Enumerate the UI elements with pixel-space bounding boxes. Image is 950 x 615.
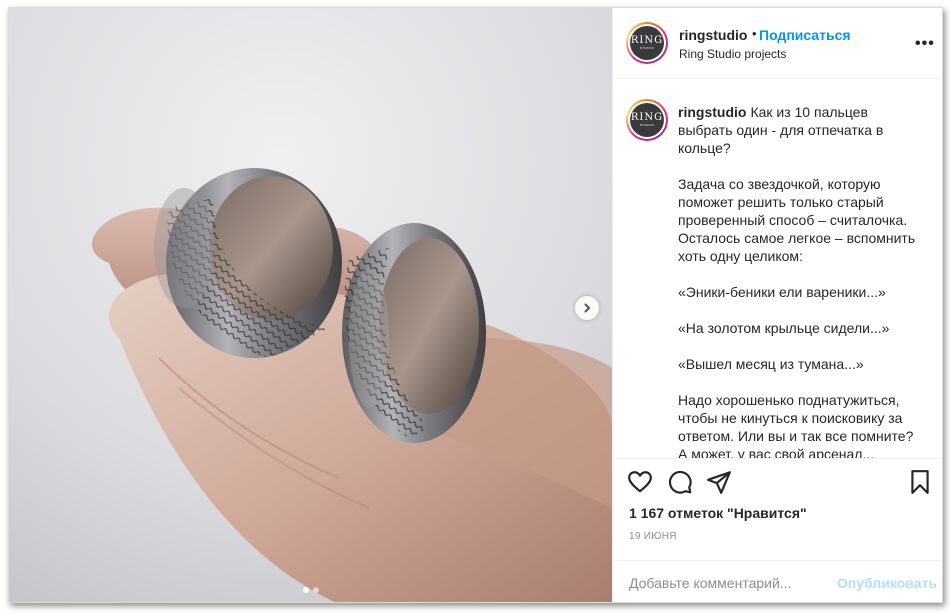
chevron-right-icon — [584, 303, 591, 313]
avatar-logo-text: RING — [630, 35, 664, 46]
post-header: RING STUDIO ringstudio • Подписаться Rin… — [613, 8, 942, 79]
comment-bubble-icon[interactable] — [667, 469, 693, 495]
avatar-sub-text: STUDIO — [639, 123, 655, 127]
likes-count[interactable]: 1 167 отметок "Нравится" — [629, 505, 807, 521]
carousel-indicator — [303, 587, 319, 593]
share-plane-icon[interactable] — [706, 469, 732, 495]
comment-input[interactable] — [629, 572, 829, 594]
caption-paragraph: «Эники-беники ели вареники...» — [678, 284, 886, 300]
publish-button[interactable]: Опубликовать — [837, 575, 937, 591]
separator-dot: • — [752, 26, 757, 41]
post-date[interactable]: 19 июня — [629, 531, 677, 542]
caption-paragraph: «Вышел месяц из тумана...» — [678, 356, 864, 372]
caption-paragraph: Надо хорошенько поднатужиться, чтобы не … — [678, 392, 914, 458]
rings-image — [9, 8, 612, 602]
avatar-sub-text: STUDIO — [639, 46, 655, 50]
post-caption: ringstudio Как из 10 пальцев выбрать один… — [678, 103, 923, 458]
post-side-panel: RING STUDIO ringstudio • Подписаться Rin… — [612, 8, 942, 602]
location-link[interactable]: Ring Studio projects — [679, 47, 786, 61]
more-options-icon[interactable]: ••• — [915, 35, 935, 53]
caption-paragraph: «На золотом крыльце сидели...» — [678, 320, 890, 336]
caption-username[interactable]: ringstudio — [678, 104, 746, 120]
next-image-button[interactable] — [575, 296, 599, 320]
post-photo[interactable] — [9, 8, 612, 602]
follow-button[interactable]: Подписаться — [759, 27, 851, 43]
username-link[interactable]: ringstudio — [679, 27, 747, 43]
comment-form: Опубликовать — [613, 560, 942, 602]
comments-area[interactable]: RING STUDIO ringstudio Как из 10 пальцев … — [613, 80, 942, 458]
caption-avatar[interactable]: RING STUDIO — [626, 99, 668, 141]
carousel-dot — [313, 587, 319, 593]
avatar[interactable]: RING STUDIO — [626, 22, 668, 64]
save-bookmark-icon[interactable] — [907, 469, 933, 495]
caption-paragraph: Задача со звездочкой, которую поможет ре… — [678, 176, 916, 264]
post-actions: 1 167 отметок "Нравится" 19 июня — [613, 458, 942, 569]
carousel-dot-active — [303, 587, 309, 593]
caption-paragraph: ringstudio Как из 10 пальцев выбрать один… — [678, 103, 923, 157]
post-window: RING STUDIO ringstudio • Подписаться Rin… — [8, 7, 943, 603]
avatar-logo-text: RING — [630, 112, 664, 123]
like-heart-icon[interactable] — [627, 469, 653, 495]
